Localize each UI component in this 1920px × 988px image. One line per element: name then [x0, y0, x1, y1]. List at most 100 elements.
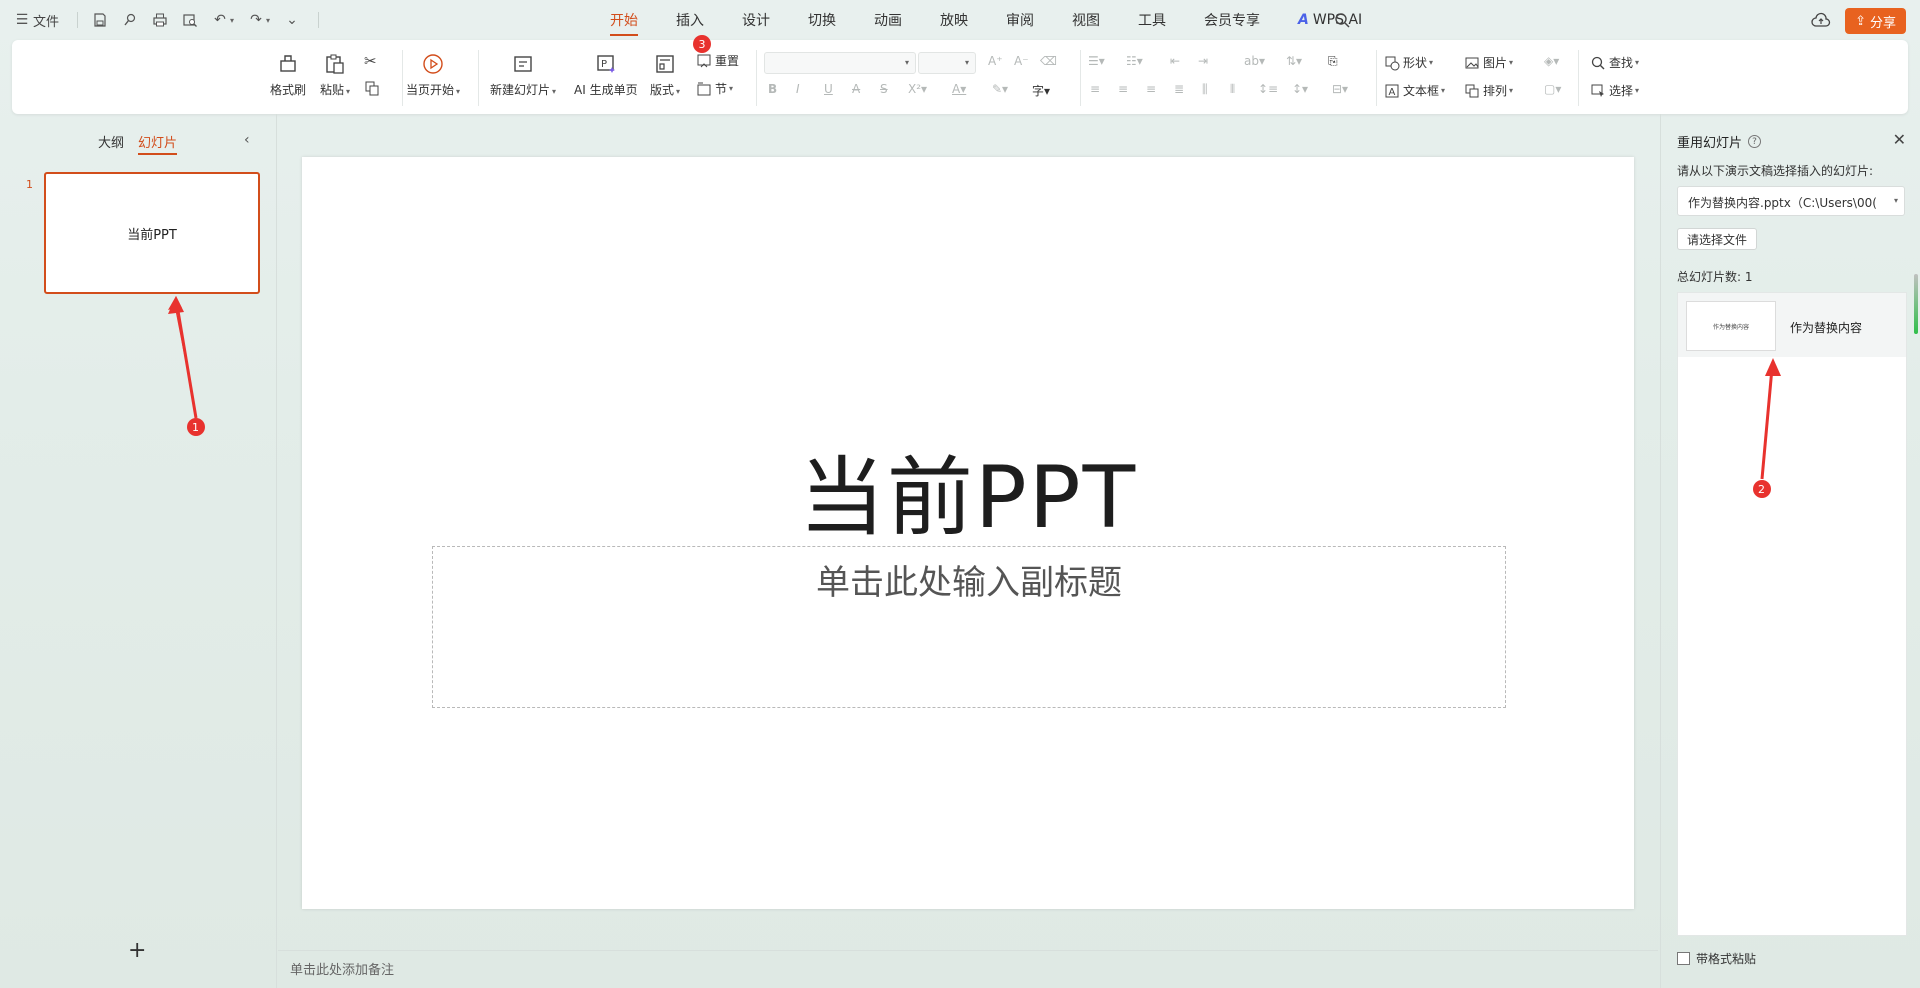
decrease-indent-button[interactable]: ⇤: [1170, 54, 1180, 68]
tab-wps-ai[interactable]: A WPS AI: [1298, 0, 1362, 40]
textbox-button[interactable]: A 文本框 ▾: [1384, 82, 1445, 99]
find-button[interactable]: 查找 ▾: [1590, 54, 1639, 71]
tab-review[interactable]: 审阅: [1006, 0, 1034, 40]
redo-button[interactable]: ↷ ▾: [248, 12, 270, 28]
superscript-button[interactable]: X²▾: [908, 82, 927, 96]
strikethrough-icon: A: [852, 82, 861, 96]
source-file-select[interactable]: 作为替换内容.pptx（C:\Users\00( ▾: [1677, 186, 1905, 216]
layout-button[interactable]: 版式 ▾: [650, 52, 680, 98]
font-size-select[interactable]: ▾: [918, 52, 976, 74]
choose-file-button[interactable]: 请选择文件: [1677, 228, 1758, 250]
text-align-button[interactable]: ⊟▾: [1332, 82, 1348, 96]
slide-canvas[interactable]: 当前PPT 单击此处输入副标题: [302, 157, 1634, 909]
reuse-slide-thumbnail: 作为替换内容: [1686, 301, 1776, 351]
strike-button[interactable]: A: [852, 82, 860, 96]
close-icon[interactable]: ✕: [1893, 130, 1906, 149]
bullet-list-button[interactable]: ☰▾: [1088, 54, 1105, 68]
hamburger-icon: ☰: [15, 12, 29, 28]
print-button[interactable]: [152, 12, 168, 28]
select-button[interactable]: 选择 ▾: [1590, 82, 1639, 99]
tab-slides[interactable]: 幻灯片: [138, 132, 178, 155]
tab-outline[interactable]: 大纲: [98, 132, 124, 155]
convert-smartart-button[interactable]: ⎘: [1328, 54, 1338, 69]
tab-insert[interactable]: 插入: [676, 0, 704, 40]
plus-icon: +: [128, 938, 147, 963]
shape-button[interactable]: 形状 ▾: [1384, 54, 1433, 71]
shrink-font-button[interactable]: A⁻: [1014, 54, 1029, 68]
para-spacing-button[interactable]: ↕▾: [1292, 82, 1308, 96]
format-painter-label: 格式刷: [270, 83, 307, 97]
align-right-button[interactable]: ≡: [1146, 82, 1156, 96]
new-slide-button[interactable]: 新建幻灯片 ▾: [490, 52, 556, 98]
fill-button[interactable]: ◈▾: [1544, 54, 1559, 68]
play-from-current-button[interactable]: 当页开始 ▾: [406, 52, 460, 98]
tab-member[interactable]: 会员专享: [1204, 0, 1260, 40]
cut-button[interactable]: ✂: [364, 52, 383, 70]
tab-transitions[interactable]: 切换: [808, 0, 836, 40]
sort-icon: ⇅▾: [1286, 54, 1303, 68]
slide-thumbnail[interactable]: 当前PPT: [44, 172, 260, 294]
align-left-icon: ≡: [1090, 82, 1101, 96]
tab-label: 工具: [1138, 13, 1166, 29]
arrange-button[interactable]: 排列 ▾: [1464, 82, 1513, 99]
paste-button[interactable]: 粘贴 ▾: [320, 52, 350, 98]
ai-slide-button[interactable]: P AI 生成单页: [574, 52, 638, 98]
font-color-button[interactable]: A▾: [952, 82, 966, 96]
magic-button[interactable]: [122, 12, 138, 28]
svg-text:A: A: [1389, 87, 1396, 98]
notes-area[interactable]: 单击此处添加备注: [278, 950, 1658, 980]
double-strike-button[interactable]: S: [880, 82, 888, 96]
add-slide-button[interactable]: +: [128, 938, 146, 963]
customize-toolbar-button[interactable]: ⌄: [284, 12, 300, 28]
tab-slideshow[interactable]: 放映: [940, 0, 968, 40]
keep-format-checkbox[interactable]: 带格式粘贴: [1677, 950, 1756, 967]
section-button[interactable]: 节 ▾: [696, 80, 733, 97]
share-button[interactable]: ⇪ 分享: [1845, 8, 1906, 34]
clear-format-button[interactable]: ⌫: [1040, 54, 1057, 68]
justify-icon: ≣: [1174, 82, 1185, 96]
increase-indent-button[interactable]: ⇥: [1198, 54, 1208, 68]
subtitle-placeholder[interactable]: 单击此处输入副标题: [432, 546, 1506, 708]
font-family-select[interactable]: ▾: [764, 52, 916, 74]
undo-button[interactable]: ↶ ▾: [212, 12, 234, 28]
tab-tools[interactable]: 工具: [1138, 0, 1166, 40]
layout-label: 版式 ▾: [650, 83, 681, 97]
highlight-button[interactable]: ✎▾: [992, 82, 1008, 96]
format-painter-button[interactable]: 格式刷: [270, 52, 306, 98]
list-item[interactable]: 作为替换内容 作为替换内容: [1678, 293, 1906, 357]
arrange-label: 排列: [1483, 84, 1508, 98]
help-icon[interactable]: ?: [1748, 135, 1762, 148]
columns-button[interactable]: ⫴: [1230, 82, 1235, 97]
distribute-button[interactable]: ⫼: [1202, 82, 1208, 97]
scrollbar[interactable]: [1914, 274, 1918, 334]
bold-button[interactable]: B: [768, 82, 777, 96]
underline-button[interactable]: U: [824, 82, 833, 96]
file-menu-button[interactable]: ☰ 文件: [14, 11, 59, 30]
copy-button[interactable]: [364, 80, 383, 96]
cloud-upload-icon[interactable]: [1811, 11, 1831, 31]
picture-button[interactable]: 图片 ▾: [1464, 54, 1513, 71]
line-spacing-button[interactable]: ↕≡: [1258, 82, 1278, 96]
numbered-list-button[interactable]: ☷▾: [1126, 54, 1143, 68]
italic-button[interactable]: I: [796, 82, 800, 96]
outline-button[interactable]: ▢▾: [1544, 82, 1561, 96]
format-painter-icon: [280, 55, 296, 72]
save-button[interactable]: [92, 12, 108, 28]
justify-button[interactable]: ≣: [1174, 82, 1184, 96]
search-icon[interactable]: [1334, 12, 1350, 28]
sort-button[interactable]: ⇅▾: [1286, 54, 1302, 68]
char-spacing-button[interactable]: 字▾: [1032, 82, 1050, 99]
slide-title[interactable]: 当前PPT: [302, 427, 1634, 552]
text-direction-button[interactable]: ab▾: [1244, 54, 1265, 68]
align-left-button[interactable]: ≡: [1090, 82, 1100, 96]
chevron-left-icon[interactable]: ‹: [244, 132, 250, 148]
grow-font-button[interactable]: A⁺: [988, 54, 1003, 68]
tab-view[interactable]: 视图: [1072, 0, 1100, 40]
tab-animations[interactable]: 动画: [874, 0, 902, 40]
tab-home[interactable]: 开始: [610, 0, 638, 40]
reset-button[interactable]: 重置: [696, 52, 739, 69]
align-center-button[interactable]: ≡: [1118, 82, 1128, 96]
print-preview-button[interactable]: [182, 12, 198, 28]
text-align-icon: ⊟▾: [1332, 82, 1349, 96]
tab-design[interactable]: 设计: [742, 0, 770, 40]
